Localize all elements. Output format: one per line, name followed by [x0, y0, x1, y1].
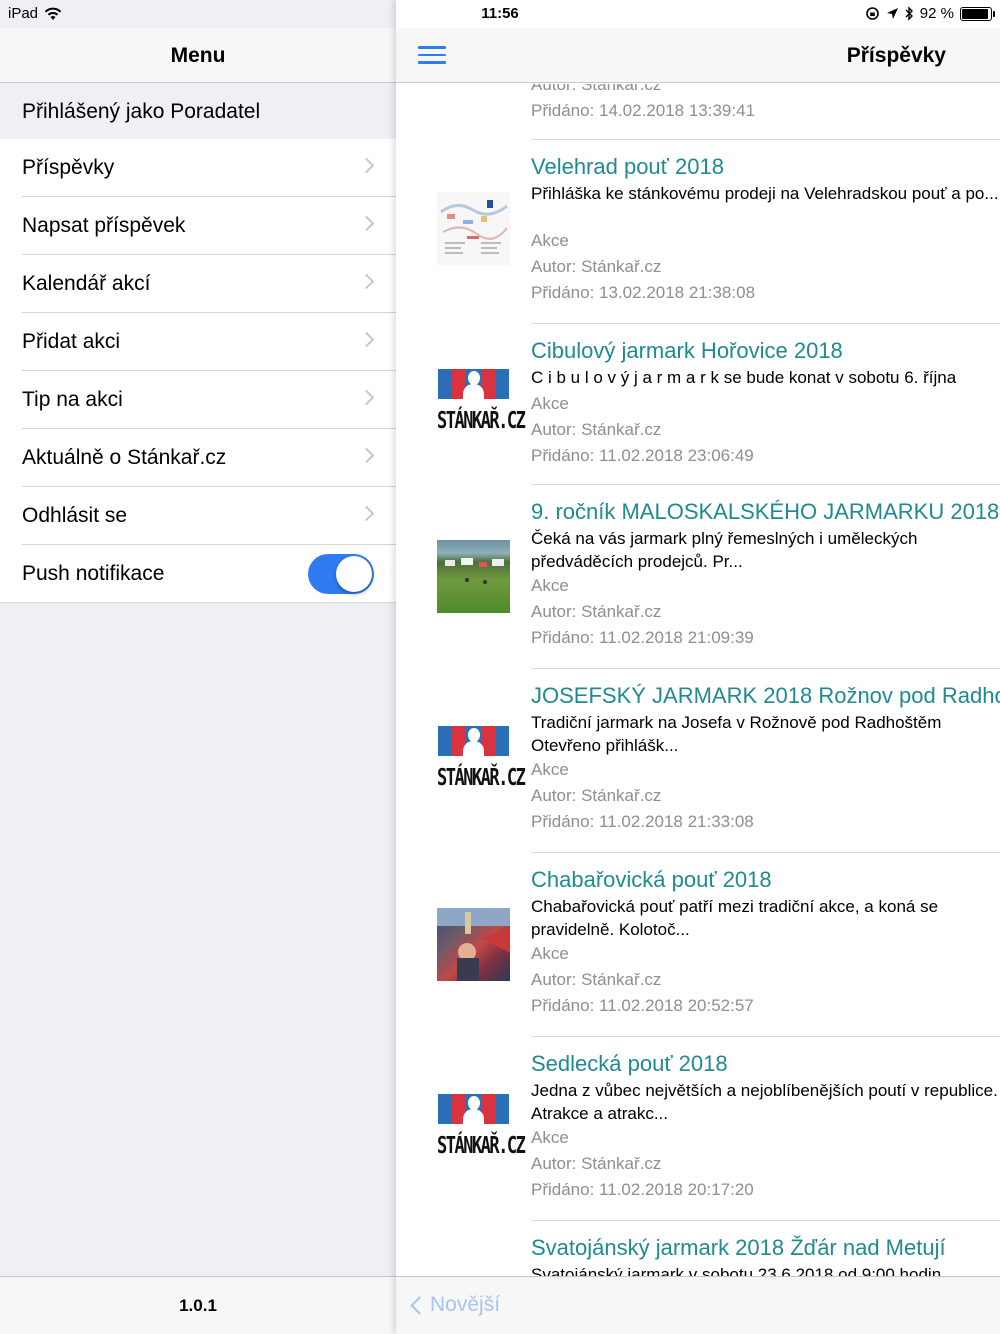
chevron-right-icon — [358, 447, 375, 464]
status-bar: iPad 11:56 92 % — [0, 0, 1000, 28]
menu-item-label: Kalendář akcí — [22, 272, 151, 295]
stankar-logo-icon: STÁNKAŘ.CZ — [437, 724, 526, 797]
post-category: Akce — [531, 231, 569, 250]
stankar-logo-icon: STÁNKAŘ.CZ — [437, 1092, 526, 1165]
post-added: Přidáno: 11.02.2018 21:09:39 — [531, 628, 754, 647]
post-added: Přidáno: 11.02.2018 23:06:49 — [531, 446, 754, 465]
post-title: 9. ročník MALOSKALSKÉHO JARMARKU 2018 — [531, 499, 1000, 524]
menu-item-tip-na-akci[interactable]: Tip na akci — [0, 371, 396, 429]
menu-item-pridat-akci[interactable]: Přidat akci — [0, 313, 396, 371]
post-category: Akce — [531, 394, 569, 413]
toggle-knob — [336, 556, 372, 592]
menu-item-odhlasit[interactable]: Odhlásit se — [0, 487, 396, 545]
post-author: Autor: Stánkař.cz — [531, 602, 662, 621]
chevron-right-icon — [358, 331, 375, 348]
menu-item-napsat-prispevek[interactable]: Napsat příspěvek — [0, 197, 396, 255]
nav-bar: Příspěvky — [396, 28, 1000, 83]
post-added: Přidáno: 11.02.2018 20:17:20 — [531, 1180, 754, 1199]
post-added: Přidáno: 11.02.2018 21:33:08 — [531, 812, 754, 831]
menu-item-kalendar-akci[interactable]: Kalendář akcí — [0, 255, 396, 313]
menu-item-label: Aktuálně o Stánkař.cz — [22, 446, 227, 469]
post-thumbnail — [437, 192, 510, 265]
battery-icon — [960, 6, 995, 21]
bluetooth-icon — [905, 6, 913, 21]
post-author: Autor: Stánkař.cz — [531, 257, 662, 276]
menu-item-label: Tip na akci — [22, 388, 123, 411]
post-category: Akce — [531, 760, 569, 779]
logged-in-text: Přihlášený jako Poradatel — [22, 99, 261, 123]
menu-list: Přihlášený jako Poradatel Příspěvky Naps… — [0, 84, 396, 603]
side-menu: Menu Přihlášený jako Poradatel Příspěvky… — [0, 0, 396, 1334]
post-category: Akce — [531, 576, 569, 595]
menu-title: Menu — [0, 28, 396, 83]
post-title: Sedlecká pouť 2018 — [531, 1051, 728, 1076]
menu-item-label: Přidat akci — [22, 330, 121, 353]
post-title: Chabařovická pouť 2018 — [531, 867, 772, 892]
post-description: C i b u l o v ý j a r m a r k se bude ko… — [531, 368, 957, 387]
push-toggle[interactable] — [308, 554, 374, 594]
battery-percent: 92 % — [919, 5, 954, 22]
page-title: Příspěvky — [846, 44, 946, 67]
stankar-logo-icon: STÁNKAŘ.CZ — [437, 367, 526, 440]
menu-item-label: Odhlásit se — [22, 504, 128, 527]
battery-fill — [962, 8, 988, 19]
menu-item-push: Push notifikace — [0, 545, 396, 603]
push-label: Push notifikace — [22, 562, 165, 585]
menu-item-prispevky[interactable]: Příspěvky — [0, 139, 396, 197]
logo-text: STÁNKAŘ.CZ — [437, 764, 526, 792]
menu-item-aktualne[interactable]: Aktuálně o Stánkař.cz — [0, 429, 396, 487]
post-author: Autor: Stánkař.cz — [531, 970, 662, 989]
chevron-right-icon — [358, 505, 375, 522]
rotation-lock-icon — [865, 7, 879, 20]
post-author: Autor: Stánkař.cz — [531, 84, 662, 94]
status-time: 11:56 — [481, 5, 519, 22]
post-title: JOSEFSKÝ JARMARK 2018 Rožnov pod Radhošt… — [531, 683, 1000, 708]
chevron-left-icon — [410, 1296, 429, 1315]
post-thumbnail — [437, 540, 510, 613]
app-version: 1.0.1 — [0, 1276, 396, 1334]
chevron-right-icon — [358, 157, 375, 174]
post-author: Autor: Stánkař.cz — [531, 420, 662, 439]
post-category: Akce — [531, 944, 569, 963]
post-description: Tradiční jarmark na Josefa v Rožnově pod… — [531, 713, 942, 755]
bottom-toolbar: Novější — [396, 1276, 1000, 1334]
post-thumbnail — [437, 908, 510, 981]
menu-item-label: Příspěvky — [22, 156, 115, 179]
logged-in-label: Přihlášený jako Poradatel — [0, 84, 396, 139]
hamburger-menu-icon[interactable] — [418, 46, 446, 66]
post-added: Přidáno: 13.02.2018 21:38:08 — [531, 283, 756, 302]
post-added: Přidáno: 11.02.2018 20:52:57 — [531, 996, 754, 1015]
posts-screen: Příspěvky Autor: Stánkař.cz Přidáno: 14.… — [396, 0, 1000, 1334]
posts-feed[interactable]: Autor: Stánkař.cz Přidáno: 14.02.2018 13… — [396, 84, 1000, 1276]
logo-text: STÁNKAŘ.CZ — [437, 1132, 526, 1160]
post-description: Jedna z vůbec největších a nejoblíbenějš… — [531, 1081, 998, 1123]
logo-text: STÁNKAŘ.CZ — [437, 407, 526, 435]
menu-item-label: Napsat příspěvek — [22, 214, 186, 237]
location-icon — [886, 8, 898, 19]
chevron-right-icon — [358, 273, 375, 290]
newer-label: Novější — [430, 1293, 501, 1316]
post-title: Velehrad pouť 2018 — [531, 154, 724, 179]
status-right: 92 % — [865, 5, 995, 22]
chevron-right-icon — [358, 389, 375, 406]
chevron-right-icon — [358, 215, 375, 232]
post-description: Čeká na vás jarmark plný řemeslných i um… — [531, 529, 918, 571]
post-author: Autor: Stánkař.cz — [531, 1154, 662, 1173]
post-added: Přidáno: 14.02.2018 13:39:41 — [531, 101, 756, 120]
post-title: Svatojánský jarmark 2018 Žďár nad Metují — [531, 1235, 946, 1260]
post-category: Akce — [531, 1128, 569, 1147]
post-description: Přihláška ke stánkovému prodeji na Veleh… — [531, 184, 999, 203]
post-author: Autor: Stánkař.cz — [531, 786, 662, 805]
post-description: Svatojánský jarmark v sobotu 23.6.2018 o… — [531, 1265, 942, 1276]
post-title: Cibulový jarmark Hořovice 2018 — [531, 338, 843, 363]
post-description: Chabařovická pouť patří mezi tradiční ak… — [531, 897, 939, 939]
